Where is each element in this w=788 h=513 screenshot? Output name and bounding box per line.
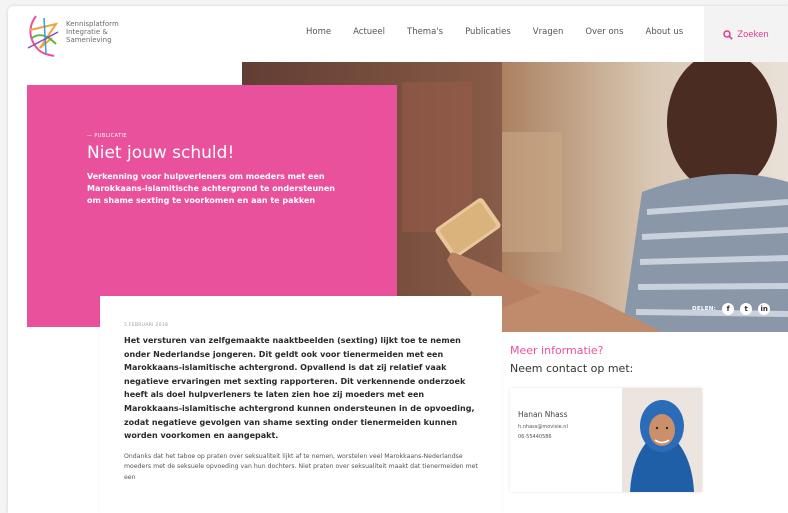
share-label: DELEN: xyxy=(692,306,717,312)
nav-themas[interactable]: Thema's xyxy=(407,27,443,37)
share-bar: DELEN: f t in xyxy=(692,303,776,315)
facebook-icon[interactable]: f xyxy=(722,303,735,315)
contact-subtitle: Neem contact op met: xyxy=(510,362,634,375)
nav-about-us[interactable]: About us xyxy=(646,27,684,37)
logo-icon[interactable] xyxy=(26,14,60,58)
contact-name: Hanan Nhass xyxy=(518,410,568,419)
logo-line-1: Kennisplatform xyxy=(66,20,119,28)
nav-publicaties[interactable]: Publicaties xyxy=(465,27,511,37)
article-body: Ondanks dat het taboe op praten over sek… xyxy=(124,452,478,481)
site-header: Kennisplatform Integratie & Samenleving … xyxy=(8,6,788,64)
nav-home[interactable]: Home xyxy=(306,27,331,37)
linkedin-icon[interactable]: in xyxy=(758,303,771,315)
contact-phone[interactable]: 06-55440586 xyxy=(518,434,552,440)
article-date: 5 FEBRUARI 2018 xyxy=(124,323,169,328)
nav-over-ons[interactable]: Over ons xyxy=(585,27,623,37)
article-intro: Het versturen van zelfgemaakte naaktbeel… xyxy=(124,336,475,441)
article-content: 5 FEBRUARI 2018 Het versturen van zelfge… xyxy=(100,296,502,513)
contact-email[interactable]: h.nhass@movisie.nl xyxy=(518,424,568,430)
logo-text[interactable]: Kennisplatform Integratie & Samenleving xyxy=(66,20,119,44)
logo-line-3: Samenleving xyxy=(66,36,112,44)
search-label: Zoeken xyxy=(737,30,769,40)
publication-title: Niet jouw schuld! xyxy=(87,143,235,163)
search-icon xyxy=(723,30,734,40)
contact-photo xyxy=(622,388,702,492)
main-nav: Home Actueel Thema's Publicaties Vragen … xyxy=(306,27,705,37)
contact-card: Hanan Nhass h.nhass@movisie.nl 06-554405… xyxy=(510,388,702,492)
more-info-title: Meer informatie? xyxy=(510,344,604,357)
logo-line-2: Integratie & xyxy=(66,28,108,36)
nav-vragen[interactable]: Vragen xyxy=(533,27,564,37)
publication-tag: — PUBLICATIE xyxy=(87,133,127,139)
nav-actueel[interactable]: Actueel xyxy=(353,27,385,37)
twitter-icon[interactable]: t xyxy=(740,303,753,315)
search-button[interactable]: Zoeken xyxy=(704,6,788,64)
publication-banner: — PUBLICATIE Niet jouw schuld! Verkennin… xyxy=(27,85,397,327)
page-frame: Kennisplatform Integratie & Samenleving … xyxy=(8,6,788,513)
publication-subtitle: Verkenning voor hulpverleners om moeders… xyxy=(87,172,335,205)
